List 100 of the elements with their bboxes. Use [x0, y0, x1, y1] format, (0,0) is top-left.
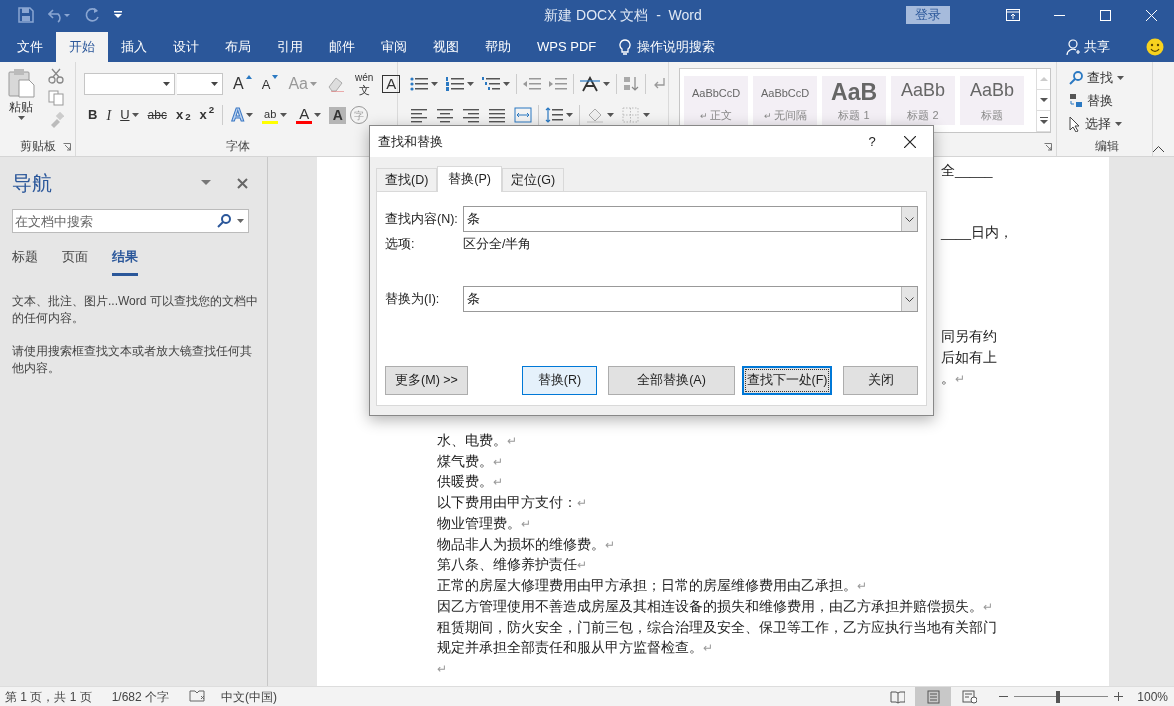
- shrink-font-button[interactable]: A: [257, 73, 283, 95]
- help-button[interactable]: ?: [857, 131, 887, 152]
- redo-icon[interactable]: [84, 7, 100, 23]
- caret-icon: [310, 82, 317, 86]
- slider-thumb[interactable]: [1055, 690, 1060, 703]
- tell-me-search[interactable]: 操作说明搜索: [637, 37, 716, 57]
- ribbon-display-icon[interactable]: [1006, 9, 1020, 21]
- undo-icon[interactable]: [48, 7, 70, 23]
- dialog-launcher-icon[interactable]: [1044, 143, 1053, 151]
- language-indicator[interactable]: 中文(中国): [221, 687, 278, 706]
- find-what-field[interactable]: 条: [463, 206, 918, 232]
- sign-in-button[interactable]: 登录: [906, 6, 950, 24]
- style-tile[interactable]: AaBbCcD ↵ 正文: [684, 76, 749, 125]
- style-tile[interactable]: AaBb 标题 2: [891, 76, 956, 125]
- ribbon-tab[interactable]: WPS PDF: [524, 32, 610, 62]
- multilevel-list-icon[interactable]: [482, 76, 501, 92]
- ribbon-tab[interactable]: 开始: [56, 32, 108, 62]
- ribbon-tab[interactable]: 邮件: [316, 32, 368, 62]
- ribbon-tab[interactable]: 视图: [420, 32, 472, 62]
- dialog-tab[interactable]: 定位(G): [502, 168, 565, 191]
- caret-icon: [431, 82, 439, 86]
- caret-icon: [131, 113, 139, 117]
- character-border-button[interactable]: A: [382, 75, 401, 93]
- ribbon-tab[interactable]: 布局: [212, 32, 264, 62]
- search-field[interactable]: 在文档中搜索: [12, 209, 249, 233]
- scissors-icon[interactable]: [48, 68, 64, 84]
- grow-font-button[interactable]: A: [229, 73, 256, 95]
- dialog-tab[interactable]: 替换(P): [437, 166, 503, 192]
- ribbon-tab[interactable]: 审阅: [368, 32, 420, 62]
- style-tile[interactable]: AaBb 标题: [960, 76, 1025, 125]
- replace-button[interactable]: 替换: [1069, 91, 1125, 111]
- style-tile[interactable]: AaBbCcD ↵ 无间隔: [753, 76, 818, 125]
- customize-toolbar-icon[interactable]: [114, 11, 122, 19]
- sort-icon[interactable]: [623, 76, 640, 92]
- numbering-icon[interactable]: [446, 76, 465, 92]
- dropdown-icon[interactable]: [201, 180, 211, 186]
- script-button[interactable]: x$_{2}$: [171, 104, 195, 126]
- text-direction-icon[interactable]: [580, 76, 601, 92]
- search-icon[interactable]: [217, 214, 231, 228]
- replace-with-field[interactable]: 条: [463, 286, 918, 312]
- paragraph-text: 租赁期间，防火安全，门前三包，综合治理及安全、保卫等工作，乙方应执行当地有关部门: [437, 619, 997, 635]
- font-size-field[interactable]: [177, 73, 224, 95]
- scroll-down-icon[interactable]: [1038, 96, 1049, 104]
- dialog-button[interactable]: 更多(M) >>: [385, 366, 468, 395]
- print-layout-button[interactable]: [915, 686, 952, 706]
- font-name-field[interactable]: [84, 73, 176, 95]
- save-icon[interactable]: [18, 7, 34, 23]
- align-right-icon[interactable]: [462, 107, 481, 123]
- strikethrough-button[interactable]: abc: [143, 104, 171, 126]
- bold-button[interactable]: B: [84, 104, 102, 126]
- search-input[interactable]: 在文档中搜索: [13, 210, 217, 232]
- caret-icon: [1117, 76, 1125, 80]
- font-color-button[interactable]: A: [292, 104, 326, 126]
- pane-tab[interactable]: 结果: [112, 247, 138, 276]
- ribbon-tab[interactable]: 文件: [4, 32, 56, 62]
- replace-icon: [1069, 93, 1084, 109]
- align-left-icon[interactable]: [410, 107, 429, 123]
- ribbon-tab[interactable]: 插入: [108, 32, 160, 62]
- bullets-icon[interactable]: [410, 76, 429, 92]
- dialog-button[interactable]: 关闭: [843, 366, 918, 395]
- select-button[interactable]: 选择: [1069, 114, 1125, 134]
- pane-tab[interactable]: 页面: [62, 247, 88, 276]
- ribbon-tab[interactable]: 设计: [160, 32, 212, 62]
- dialog-button[interactable]: 查找下一处(F): [742, 366, 832, 395]
- zoom-slider[interactable]: [1014, 690, 1109, 703]
- script-button[interactable]: x$^{2}$: [195, 104, 219, 126]
- pane-tab[interactable]: 标题: [12, 247, 38, 276]
- phonetic-guide-button[interactable]: wén 文: [351, 73, 378, 95]
- collapse-ribbon-icon[interactable]: [1153, 146, 1164, 152]
- dialog-launcher-icon[interactable]: [63, 143, 72, 151]
- increase-indent-icon[interactable]: [549, 76, 568, 92]
- dialog-button[interactable]: 全部替换(A): [608, 366, 735, 395]
- maximize-icon[interactable]: [1099, 9, 1111, 21]
- ribbon-tab[interactable]: 帮助: [472, 32, 524, 62]
- caret-icon: [503, 82, 511, 86]
- zoom-level[interactable]: 100%: [1137, 687, 1168, 706]
- minimize-icon[interactable]: [1053, 14, 1065, 16]
- style-tile[interactable]: AaB 标题 1: [822, 76, 887, 125]
- character-shading-button[interactable]: A: [329, 106, 347, 124]
- page-count[interactable]: 第 1 页，共 1 页: [5, 687, 92, 706]
- decrease-indent-icon[interactable]: [523, 76, 542, 92]
- proofing-book-icon[interactable]: [189, 690, 206, 703]
- find-button[interactable]: 查找: [1069, 68, 1125, 88]
- word-count[interactable]: 1/682 个字: [111, 687, 170, 706]
- justify-icon[interactable]: [488, 107, 507, 123]
- distributed-icon[interactable]: [514, 107, 533, 123]
- paste-button[interactable]: 粘贴: [0, 62, 42, 136]
- line-spacing-icon[interactable]: [545, 107, 564, 123]
- ribbon-tab[interactable]: 引用: [264, 32, 316, 62]
- more-styles-icon[interactable]: [1038, 117, 1049, 125]
- share-button[interactable]: 共享: [1066, 32, 1110, 62]
- dialog-button[interactable]: 替换(R): [522, 366, 597, 395]
- highlight-button[interactable]: ab: [258, 104, 292, 126]
- align-center-icon[interactable]: [436, 107, 455, 123]
- close-icon[interactable]: [904, 135, 916, 148]
- underline-button[interactable]: U: [116, 104, 143, 126]
- italic-button[interactable]: I: [102, 104, 116, 126]
- smiley-icon[interactable]: [1146, 38, 1164, 56]
- zoom-in-icon[interactable]: [1114, 692, 1124, 701]
- dialog-tab[interactable]: 查找(D): [376, 168, 438, 191]
